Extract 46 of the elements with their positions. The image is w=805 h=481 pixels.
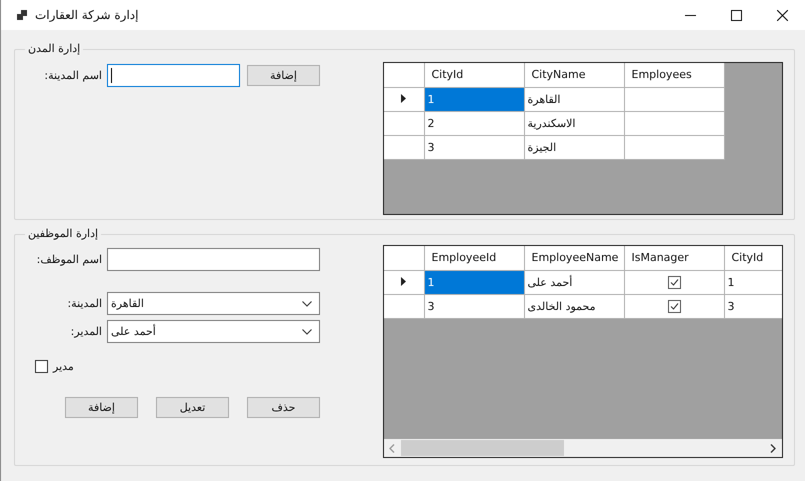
dropdown[interactable]: القاهرة (107, 292, 320, 315)
column-header[interactable]: CityId (424, 63, 524, 87)
maximize-icon (730, 10, 742, 20)
table-cell: 3 (424, 294, 524, 318)
input-field[interactable] (107, 64, 240, 87)
close-icon (776, 10, 788, 20)
action-button[interactable]: إضافة (65, 397, 138, 418)
table-cell: 3 (724, 294, 782, 318)
horizontal-scrollbar[interactable] (384, 439, 782, 457)
checkbox-label: مدير (53, 360, 74, 373)
add-button[interactable]: إضافة (247, 65, 320, 86)
field-label: اسم الموظف: (36, 253, 102, 266)
window-title: إدارة شركة العقارات (35, 8, 138, 22)
column-header[interactable]: EmployeeId (424, 246, 524, 270)
field-label: المدير: (70, 325, 102, 338)
row-pointer-icon (401, 276, 406, 286)
column-header[interactable]: EmployeeName (524, 246, 624, 270)
app-icon (17, 10, 27, 20)
checkbox[interactable] (668, 300, 680, 313)
table-cell: 3 (424, 135, 524, 159)
table-cell: محمود الخالدى (524, 294, 624, 318)
checkbox[interactable] (668, 276, 680, 289)
column-header[interactable]: CityName (524, 63, 624, 87)
dropdown[interactable]: أحمد على (107, 320, 320, 343)
table-cell: الجيزة (524, 135, 624, 159)
row-pointer-icon (401, 94, 406, 102)
group-title: إدارة الموظفين (27, 227, 100, 241)
action-button[interactable]: تعديل (156, 397, 229, 418)
field-label: اسم المدينة: (43, 69, 102, 82)
checkbox[interactable] (35, 360, 48, 373)
column-header[interactable]: Employees (624, 63, 724, 87)
input-field[interactable] (107, 248, 320, 271)
column-header[interactable]: IsManager (624, 246, 724, 270)
action-button[interactable]: حذف (247, 397, 320, 418)
table-cell: 1 (424, 270, 524, 294)
group-title: إدارة المدن (27, 42, 82, 56)
chevron-down-icon (302, 300, 312, 306)
table-cell: 1 (424, 87, 524, 111)
scrollbar-thumb[interactable] (401, 440, 564, 456)
table-cell: 2 (424, 111, 524, 135)
scroll-right-icon[interactable] (770, 444, 776, 452)
field-label: المدينة: (66, 297, 102, 310)
table-cell: 1 (724, 270, 782, 294)
table-cell: الاسكندرية (524, 111, 624, 135)
column-header[interactable]: CityId (724, 246, 782, 270)
chevron-down-icon (302, 328, 312, 334)
